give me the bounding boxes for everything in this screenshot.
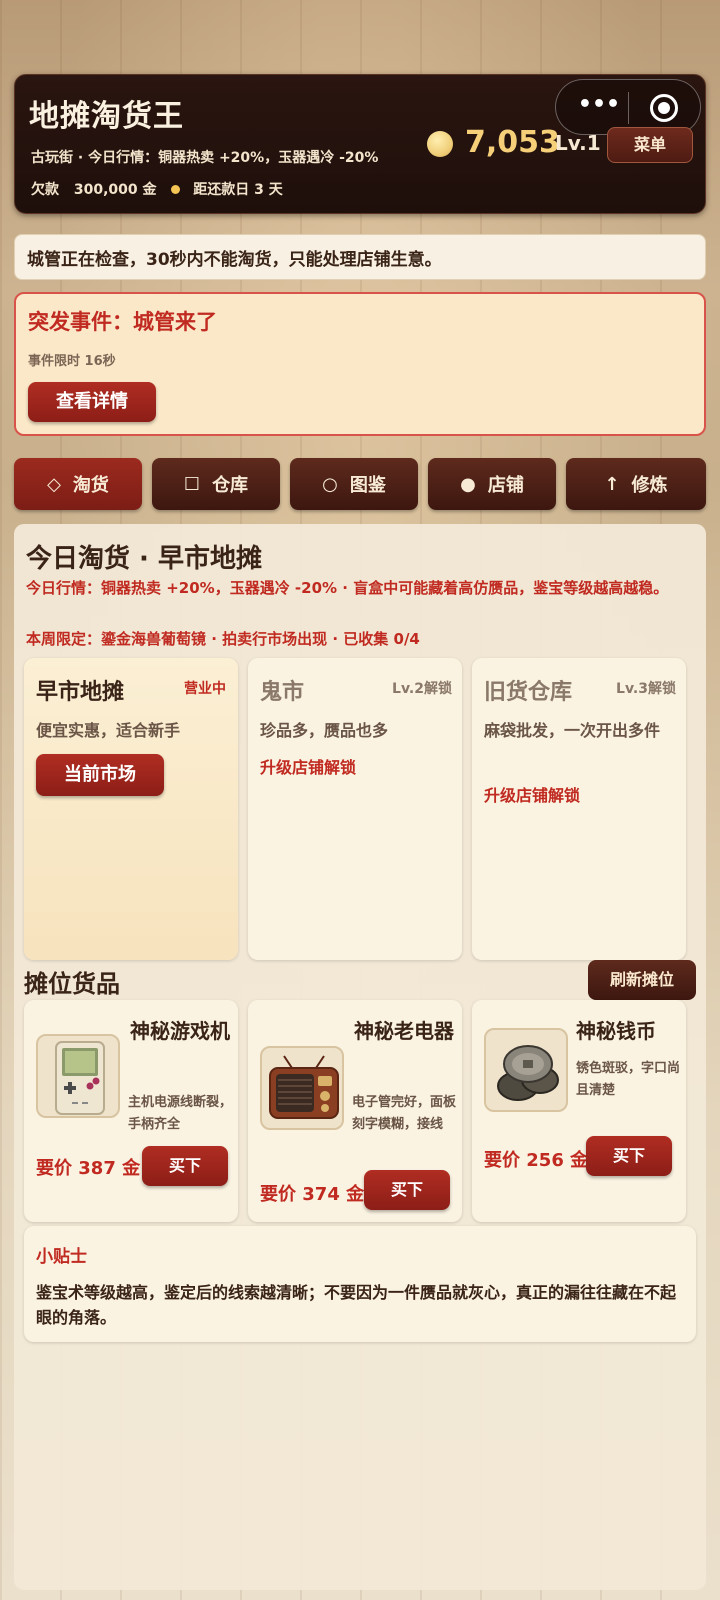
tab-catalog[interactable]: ○ 图鉴 — [290, 458, 418, 510]
event-title: 突发事件：城管来了 — [28, 310, 217, 334]
event-timer: 事件限时 16秒 — [28, 354, 116, 369]
gold-coin-icon — [427, 131, 453, 157]
goods-price: 要价 374 金 — [260, 1184, 365, 1205]
goods-name: 神秘钱币 — [576, 1019, 656, 1043]
radio-icon — [260, 1046, 344, 1130]
goods-desc: 锈色斑驳，字口尚且清楚 — [576, 1061, 681, 1098]
tips-card: 小贴士 鉴宝术等级越高，鉴定后的线索越清晰；不要因为一件赝品就灰心，真正的漏往往… — [24, 1226, 696, 1342]
goods-card: 神秘钱币 锈色斑驳，字口尚且清楚 要价 256 金 买下 — [472, 1000, 686, 1222]
market-unlock-hint: 升级店铺解锁 — [260, 758, 357, 777]
capsule-divider — [628, 92, 629, 124]
goods-desc: 主机电源线断裂，手柄齐全 — [128, 1095, 233, 1132]
stall-goods-title: 摊位货品 — [24, 970, 120, 998]
current-market-button[interactable]: 当前市场 — [36, 754, 164, 796]
market-unlock-hint: 升级店铺解锁 — [484, 786, 581, 805]
debt-line: 欠款 300,000 金 距还款日 3 天 — [31, 179, 283, 199]
tips-body: 鉴宝术等级越高，鉴定后的线索越清晰；不要因为一件赝品就灰心，真正的漏往往藏在不起… — [36, 1283, 677, 1327]
main-panel: 今日淘货 · 早市地摊 今日行情：铜器热卖 +20%，玉器遇冷 -20% · 盲… — [14, 524, 706, 1590]
market-name: 鬼市 — [260, 680, 305, 705]
more-icon[interactable]: ••• — [574, 92, 624, 122]
market-name: 早市地摊 — [36, 680, 125, 705]
inspection-notice: 城管正在检查，30秒内不能淘货，只能处理店铺生意。 — [14, 234, 706, 280]
debt-value: 300,000 金 — [73, 182, 157, 198]
main-tabs: ◇ 淘货 ☐ 仓库 ○ 图鉴 ● 店铺 ↑ 修炼 — [14, 458, 706, 510]
close-target-icon[interactable] — [650, 94, 678, 122]
section-title: 今日淘货 · 早市地摊 — [26, 544, 262, 574]
tab-taohuo[interactable]: ◇ 淘货 — [14, 458, 142, 510]
market-card-ghost[interactable]: 鬼市 Lv.2解锁 珍品多，赝品也多 升级店铺解锁 — [248, 658, 462, 960]
market-lock-level: Lv.3解锁 — [616, 681, 676, 697]
market-desc: 珍品多，赝品也多 — [260, 721, 389, 740]
gameboy-icon — [36, 1034, 120, 1118]
circle-icon: ○ — [322, 473, 338, 495]
due-dot-icon — [171, 185, 181, 194]
weekly-limit: 本周限定：鎏金海兽葡萄镜 · 拍卖行市场出现 · 已收集 0/4 — [26, 630, 420, 648]
goods-price: 要价 387 金 — [36, 1158, 141, 1179]
tab-label: 淘货 — [72, 475, 109, 496]
event-card: 突发事件：城管来了 事件限时 16秒 查看详情 — [14, 292, 706, 436]
location-market-line: 古玩街 · 今日行情：铜器热卖 +20%，玉器遇冷 -20% — [31, 150, 379, 166]
tips-title: 小贴士 — [36, 1247, 87, 1267]
market-desc: 便宜实惠，适合新手 — [36, 721, 181, 740]
menu-button[interactable]: 菜单 — [607, 127, 693, 163]
filled-circle-icon: ● — [460, 473, 476, 495]
game-title: 地摊淘货王 — [29, 99, 184, 134]
view-details-button[interactable]: 查看详情 — [28, 382, 156, 422]
goods-name: 神秘游戏机 — [130, 1019, 230, 1043]
goods-price: 要价 256 金 — [484, 1150, 589, 1171]
gold-amount: 7,053 — [465, 125, 560, 160]
tab-warehouse[interactable]: ☐ 仓库 — [152, 458, 280, 510]
market-card-morning[interactable]: 早市地摊 营业中 便宜实惠，适合新手 当前市场 — [24, 658, 238, 960]
buy-button[interactable]: 买下 — [364, 1170, 450, 1210]
coins-icon — [484, 1028, 568, 1112]
tab-label: 图鉴 — [349, 475, 386, 496]
market-desc: 麻袋批发，一次开出多件 — [484, 721, 661, 740]
debt-label: 欠款 — [31, 182, 59, 198]
goods-desc: 电子管完好，面板刻字模糊，接线 — [352, 1095, 457, 1132]
goods-card: 神秘老电器 电子管完好，面板刻字模糊，接线 要价 374 金 买下 — [248, 1000, 462, 1222]
refresh-stall-button[interactable]: 刷新摊位 — [588, 960, 696, 1000]
tab-label: 店铺 — [487, 475, 524, 496]
market-name: 旧货仓库 — [484, 680, 573, 705]
tab-shop[interactable]: ● 店铺 — [428, 458, 556, 510]
goods-card: 神秘游戏机 主机电源线断裂，手柄齐全 要价 387 金 买下 — [24, 1000, 238, 1222]
diamond-icon: ◇ — [47, 473, 61, 495]
square-icon: ☐ — [183, 473, 201, 495]
top-header: 地摊淘货王 古玩街 · 今日行情：铜器热卖 +20%，玉器遇冷 -20% 欠款 … — [14, 74, 706, 214]
buy-button[interactable]: 买下 — [586, 1136, 672, 1176]
market-card-warehouse[interactable]: 旧货仓库 Lv.3解锁 麻袋批发，一次开出多件 升级店铺解锁 — [472, 658, 686, 960]
arrow-up-icon: ↑ — [604, 473, 620, 495]
tab-label: 仓库 — [212, 475, 249, 496]
market-status: 营业中 — [184, 681, 226, 697]
tab-training[interactable]: ↑ 修炼 — [566, 458, 706, 510]
market-info: 今日行情：铜器热卖 +20%，玉器遇冷 -20% · 盲盒中可能藏着高仿赝品，鉴… — [26, 579, 669, 597]
market-lock-level: Lv.2解锁 — [392, 681, 452, 697]
buy-button[interactable]: 买下 — [142, 1146, 228, 1186]
goods-name: 神秘老电器 — [354, 1019, 454, 1043]
location-label: 古玩街 — [31, 150, 73, 166]
tab-label: 修炼 — [631, 475, 668, 496]
market-line: 今日行情：铜器热卖 +20%，玉器遇冷 -20% — [88, 150, 379, 166]
due-label: 距还款日 3 天 — [193, 182, 283, 198]
